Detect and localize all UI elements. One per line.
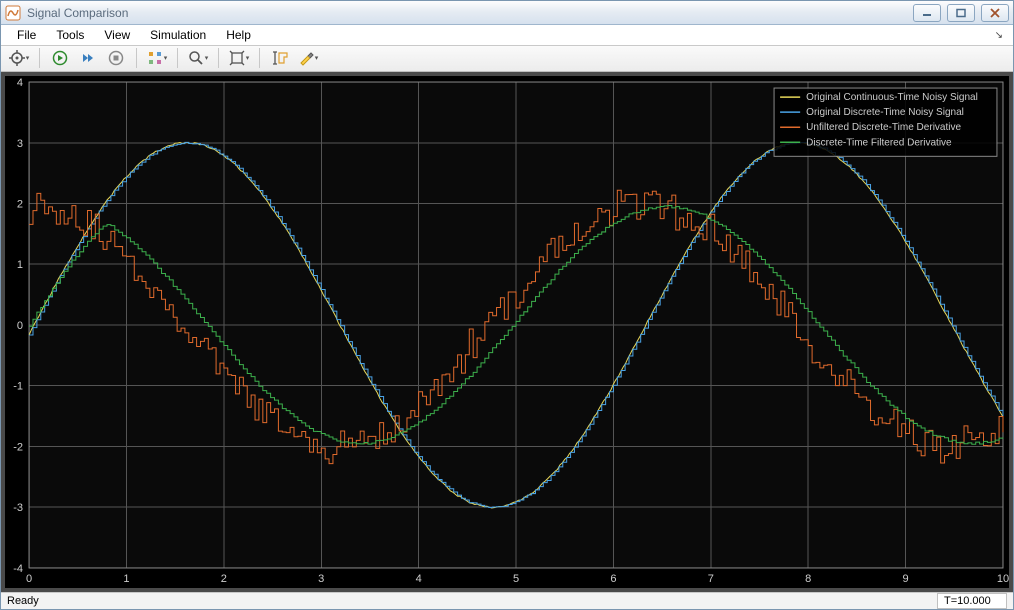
svg-text:Original Discrete-Time Noisy S: Original Discrete-Time Noisy Signal [806, 107, 964, 118]
menu-overflow-icon[interactable]: ↘ [995, 30, 1007, 41]
autoscale-button[interactable]: ▾ [227, 47, 251, 69]
titlebar: Signal Comparison [1, 1, 1013, 25]
app-icon [5, 5, 21, 21]
run-button[interactable] [48, 47, 72, 69]
svg-text:2: 2 [17, 198, 23, 210]
stop-button[interactable] [104, 47, 128, 69]
svg-text:-3: -3 [13, 502, 23, 514]
signal-scope-plot[interactable]: -4 -3 -2 -1 0 1 2 3 4 0 1 2 3 4 5 6 7 8 9 10 Original Cont… [5, 76, 1009, 588]
svg-text:4: 4 [17, 77, 23, 89]
maximize-button[interactable] [947, 4, 975, 22]
svg-text:10: 10 [997, 573, 1009, 585]
svg-text:0: 0 [26, 573, 32, 585]
svg-text:3: 3 [318, 573, 324, 585]
svg-text:6: 6 [610, 573, 616, 585]
step-forward-button[interactable] [76, 47, 100, 69]
zoom-button[interactable]: ▾ [186, 47, 210, 69]
svg-text:0: 0 [17, 320, 23, 332]
svg-text:7: 7 [708, 573, 714, 585]
configure-button[interactable]: ▾ [7, 47, 31, 69]
svg-text:3: 3 [17, 138, 23, 150]
sim-time-display: T=10.000 [937, 593, 1007, 609]
svg-text:-4: -4 [13, 563, 23, 575]
cursor-measure-button[interactable] [268, 47, 292, 69]
menu-file[interactable]: File [7, 25, 46, 45]
menubar: File Tools View Simulation Help ↘ [1, 25, 1013, 46]
svg-text:Original Continuous-Time Noisy: Original Continuous-Time Noisy Signal [806, 92, 978, 103]
window-title: Signal Comparison [27, 6, 913, 20]
menu-simulation[interactable]: Simulation [140, 25, 216, 45]
status-text: Ready [7, 595, 937, 607]
svg-text:2: 2 [221, 573, 227, 585]
triggers-button[interactable]: ▾ [145, 47, 169, 69]
svg-text:-1: -1 [13, 381, 23, 393]
menu-view[interactable]: View [94, 25, 140, 45]
window-buttons [913, 4, 1009, 22]
close-button[interactable] [981, 4, 1009, 22]
svg-text:8: 8 [805, 573, 811, 585]
svg-text:-2: -2 [13, 441, 23, 453]
highlight-button[interactable]: ▾ [296, 47, 320, 69]
toolbar: ▾ ▾ ▾ ▾ ▾ [1, 46, 1013, 72]
plot-container: -4 -3 -2 -1 0 1 2 3 4 0 1 2 3 4 5 6 7 8 9 10 Original Cont… [1, 72, 1013, 592]
svg-text:9: 9 [903, 573, 909, 585]
svg-text:4: 4 [416, 573, 422, 585]
minimize-button[interactable] [913, 4, 941, 22]
svg-text:1: 1 [123, 573, 129, 585]
svg-text:1: 1 [17, 259, 23, 271]
menu-tools[interactable]: Tools [46, 25, 94, 45]
svg-text:Unfiltered Discrete-Time Deriv: Unfiltered Discrete-Time Derivative [806, 122, 961, 133]
svg-text:5: 5 [513, 573, 519, 585]
menu-help[interactable]: Help [216, 25, 261, 45]
svg-text:Discrete-Time Filtered Derivat: Discrete-Time Filtered Derivative [806, 137, 952, 148]
sim-time-value: T=10.000 [944, 595, 991, 607]
statusbar: Ready T=10.000 [1, 592, 1013, 609]
